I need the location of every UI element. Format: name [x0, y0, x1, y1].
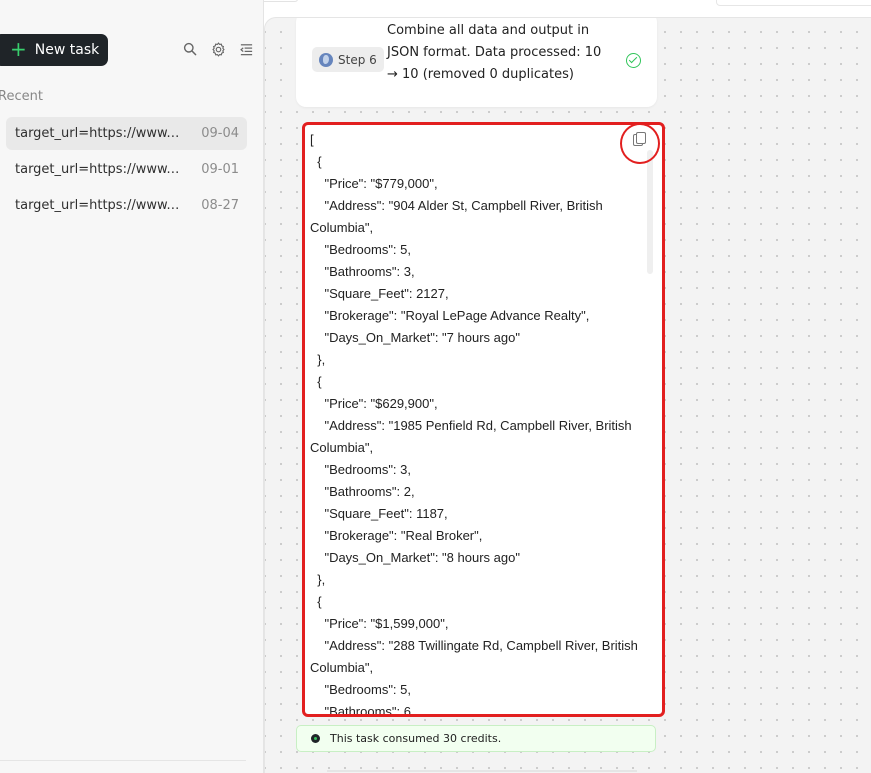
step-card: Step 6 Combine all data and output in JS… [296, 18, 657, 107]
recent-task-item[interactable]: target_url=https://www.realtor.ca/bc/cam… [6, 153, 247, 186]
json-output-box[interactable]: [ { "Price": "$779,000", "Address": "904… [302, 122, 665, 717]
app-window: + New task Recent target_url=https://www… [0, 0, 871, 773]
recent-task-url: target_url=https://www.realtor.ca/bc/cam… [15, 162, 181, 177]
recent-task-date: 09-04 [201, 126, 239, 141]
task-output-panel[interactable]: Step 6 Combine all data and output in JS… [264, 17, 871, 773]
sidebar: + New task Recent target_url=https://www… [0, 0, 264, 773]
credits-notice: This task consumed 30 credits. [296, 725, 656, 752]
step-badge: Step 6 [312, 47, 384, 72]
step-description: Combine all data and output in JSON form… [387, 23, 602, 82]
recent-task-list: target_url=https://www.realtor.ca/bc/cam… [6, 117, 247, 225]
check-circle-icon [626, 53, 641, 68]
step-badge-label: Step 6 [338, 52, 377, 67]
recent-task-date: 09-01 [201, 162, 239, 177]
json-output-text[interactable]: [ { "Price": "$779,000", "Address": "904… [310, 129, 642, 714]
recent-task-url: target_url=https://www.realtor.ca/bc/cam… [15, 198, 181, 213]
recent-task-date: 08-27 [201, 198, 239, 213]
recent-task-item[interactable]: target_url=https://www.realtor.ca/bc/cam… [6, 189, 247, 222]
globe-icon [319, 52, 333, 67]
recent-task-item[interactable]: target_url=https://www.realtor.ca/bc/cam… [6, 117, 247, 150]
sidebar-toolbar [182, 41, 254, 57]
recent-task-url: target_url=https://www.realtor.ca/bc/cam… [15, 126, 181, 141]
sidebar-divider [0, 760, 246, 761]
recent-heading: Recent [0, 89, 43, 104]
search-icon[interactable] [182, 41, 198, 57]
copy-button[interactable] [620, 123, 660, 164]
json-scrollbar[interactable] [647, 150, 653, 274]
plus-icon: + [10, 37, 27, 61]
new-task-button[interactable]: + New task [0, 34, 108, 66]
new-task-label: New task [34, 42, 100, 58]
top-toolbar-fragment [716, 0, 871, 6]
sidebar-collapse-icon[interactable] [238, 41, 254, 57]
bottom-text-fragment [327, 770, 637, 772]
copy-icon [633, 132, 646, 146]
credit-dot-icon [311, 734, 320, 743]
credits-text: This task consumed 30 credits. [330, 732, 502, 745]
gear-icon[interactable] [210, 41, 226, 57]
